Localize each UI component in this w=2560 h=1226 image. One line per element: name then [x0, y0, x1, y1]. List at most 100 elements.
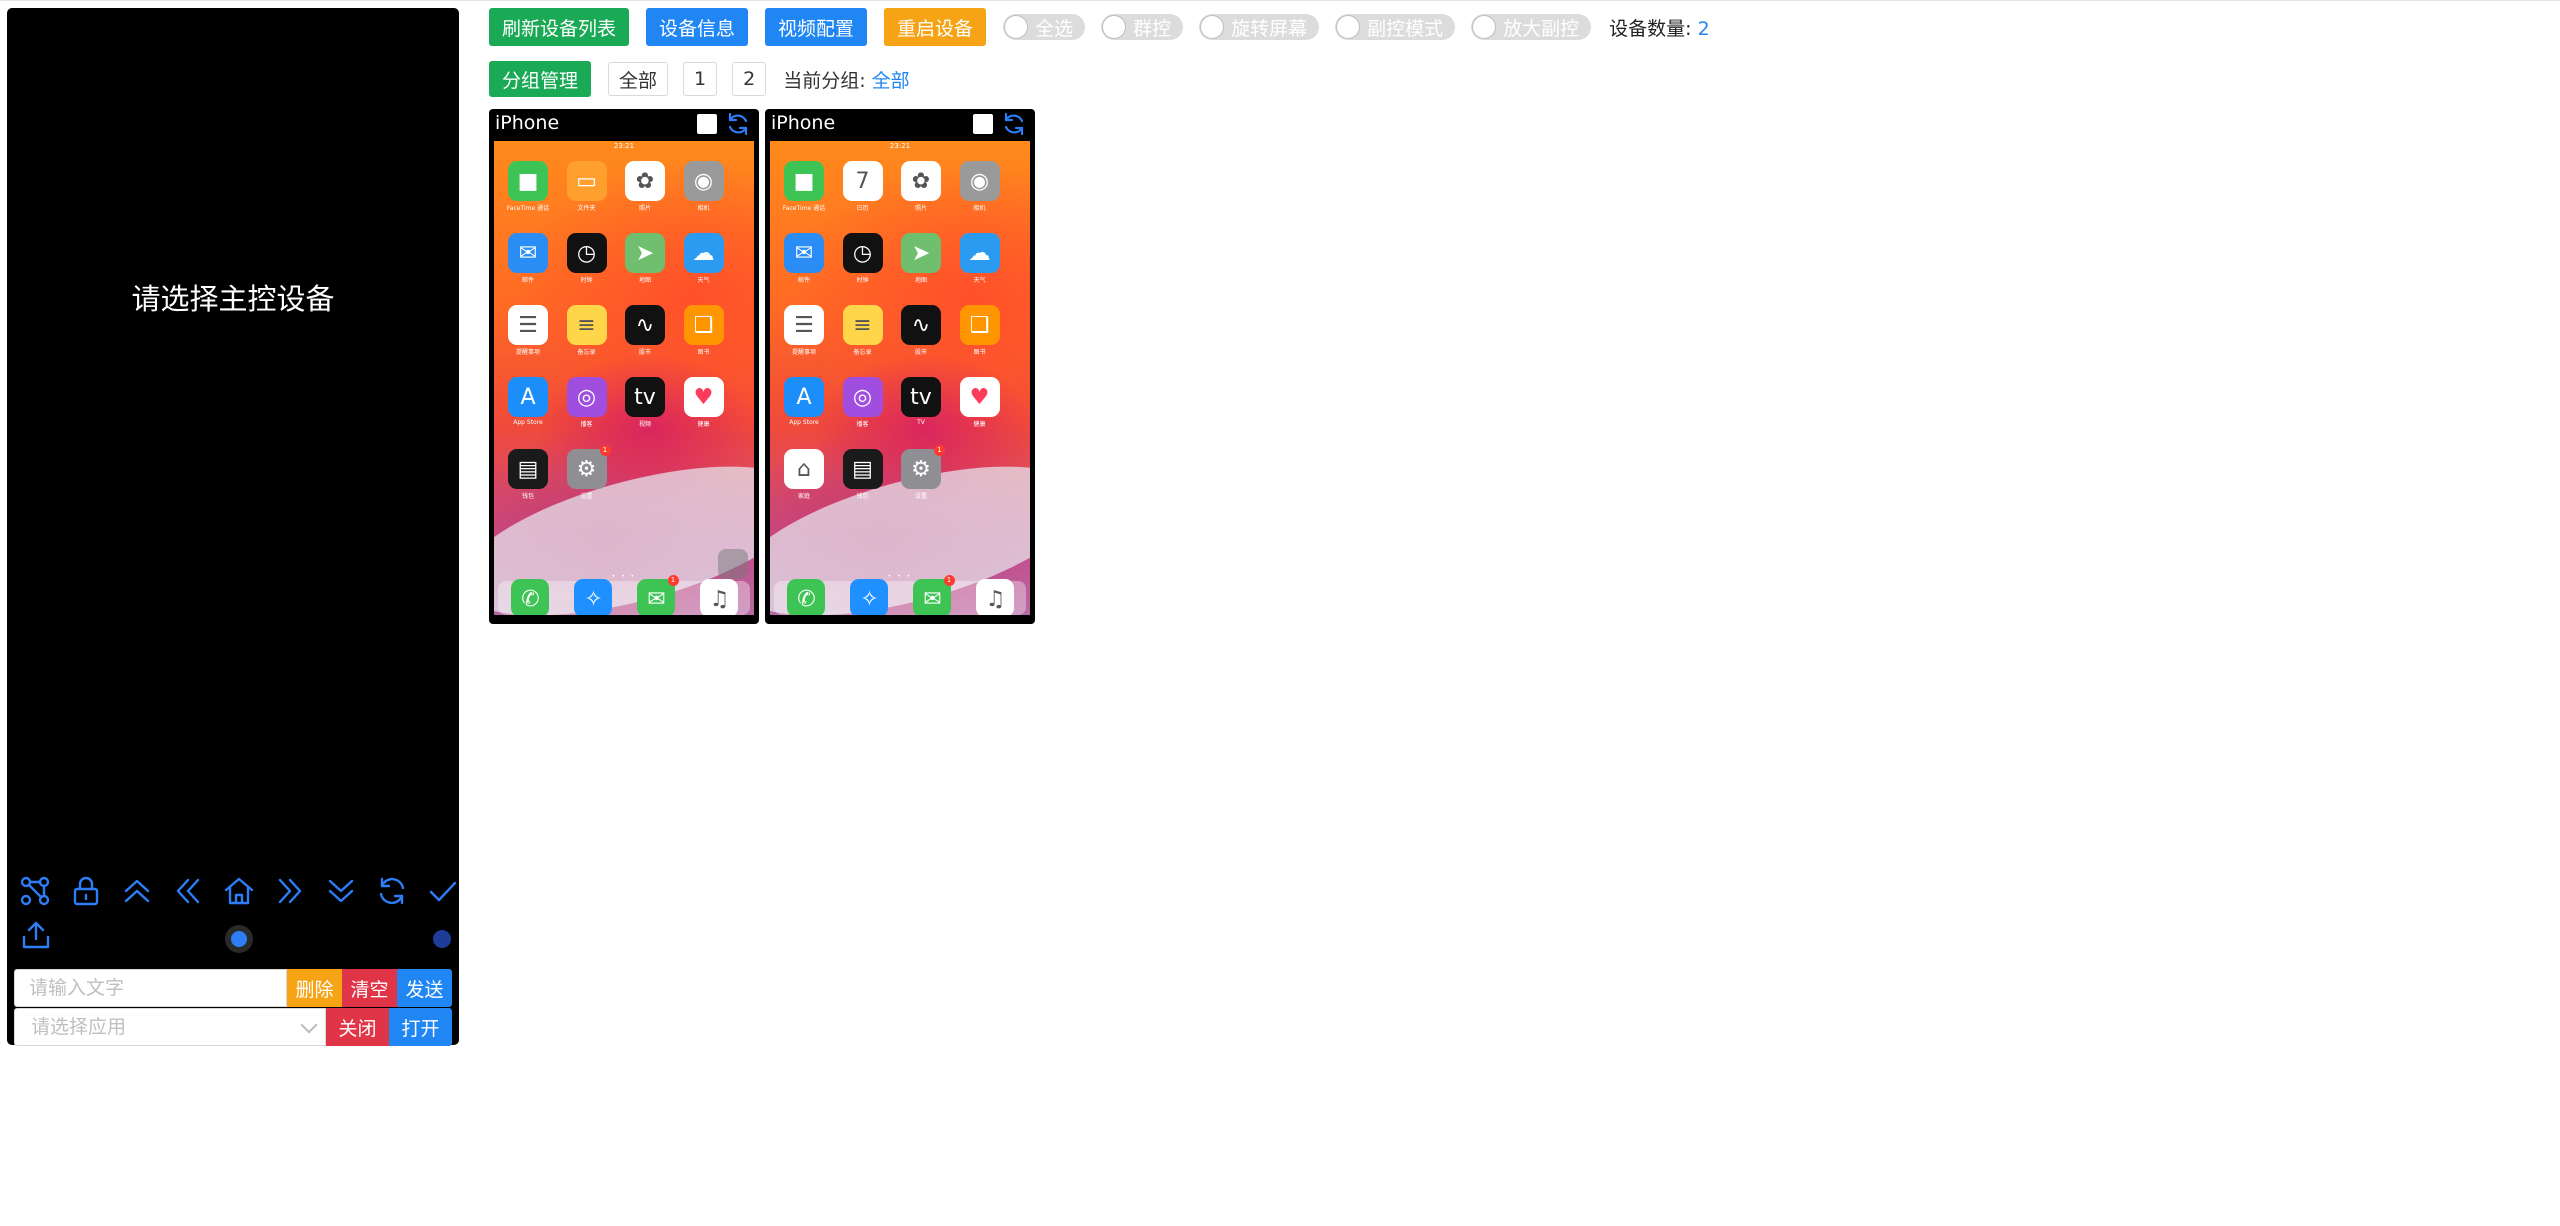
app-health[interactable]: ♥ 健康 — [958, 377, 1002, 428]
app-photos[interactable]: ✿ 照片 — [899, 161, 943, 212]
app-phone[interactable]: ✆ — [786, 579, 825, 615]
device-checkbox[interactable] — [697, 114, 717, 134]
sub-control-mode-switch[interactable]: 副控模式 — [1335, 14, 1456, 40]
refresh-icon[interactable] — [725, 111, 751, 137]
double-down-icon[interactable] — [318, 864, 364, 918]
app-maps[interactable]: ➤ 地图 — [899, 233, 943, 284]
double-left-icon[interactable] — [165, 864, 211, 918]
app-camera[interactable]: ◉ 相机 — [958, 161, 1002, 212]
app-notes[interactable]: ≡ 备忘录 — [841, 305, 885, 356]
app-weather[interactable]: ☁ 天气 — [682, 233, 726, 284]
app-label: 播客 — [580, 421, 593, 428]
group-all-button[interactable]: 全部 — [608, 62, 669, 96]
app-label: 文件夹 — [577, 205, 596, 212]
master-control-panel[interactable]: 请选择主控设备 删 — [7, 8, 459, 1046]
app-weather[interactable]: ☁ 天气 — [958, 233, 1002, 284]
refresh-icon[interactable] — [1001, 111, 1027, 137]
books-icon: ❑ — [683, 305, 724, 345]
double-up-icon[interactable] — [114, 864, 160, 918]
sync-icon[interactable] — [369, 864, 415, 918]
app-safari[interactable]: ✧ — [849, 579, 888, 615]
app-settings[interactable]: ⚙ 1 设置 — [565, 445, 611, 500]
app-home-app[interactable]: ⌂ 家庭 — [782, 449, 826, 500]
group-manage-button[interactable]: 分组管理 — [489, 61, 592, 97]
refresh-device-list-button[interactable]: 刷新设备列表 — [489, 8, 630, 46]
app-tv[interactable]: tv TV — [899, 377, 943, 427]
current-group-value[interactable]: 全部 — [872, 70, 910, 92]
app-clock[interactable]: ◷ 时钟 — [841, 233, 885, 284]
select-all-switch[interactable]: 全选 — [1003, 14, 1086, 40]
device-screen[interactable]: 23:21 ■ FaceTime 通话 ▭ 文件夹 ✿ 照片 ◉ 相机 ✉ 邮件 ◷ 时钟 ➤ 地图 ☁ 天气… — [494, 141, 754, 615]
app-stocks[interactable]: ∿ 股市 — [623, 305, 667, 356]
close-app-button[interactable]: 关闭 — [326, 1008, 389, 1046]
app-appstore[interactable]: A App Store — [782, 377, 826, 427]
app-messages[interactable]: ✉ 1 — [636, 575, 679, 615]
nodes-icon[interactable] — [12, 864, 58, 918]
lock-icon[interactable] — [63, 864, 109, 918]
device-screen[interactable]: 23:21 ■ FaceTime 通话 7 日历 ✿ 照片 ◉ 相机 ✉ 邮件 ◷ 时钟 ➤ 地图 ☁ 天气 ☰… — [770, 141, 1030, 615]
app-maps[interactable]: ➤ 地图 — [623, 233, 667, 284]
app-tv[interactable]: tv 视频 — [623, 377, 667, 428]
app-select[interactable]: 请选择应用 — [14, 1008, 326, 1046]
group-2-button[interactable]: 2 — [732, 62, 767, 96]
device-info-button[interactable]: 设备信息 — [646, 8, 749, 46]
clear-button[interactable]: 清空 — [342, 969, 397, 1007]
group-control-switch[interactable]: 群控 — [1101, 14, 1184, 40]
rotate-screen-switch[interactable]: 旋转屏幕 — [1199, 14, 1320, 40]
app-podcasts[interactable]: ◎ 播客 — [565, 377, 609, 428]
app-health[interactable]: ♥ 健康 — [682, 377, 726, 428]
app-settings[interactable]: ⚙ 1 设置 — [899, 445, 945, 500]
restart-device-button[interactable]: 重启设备 — [884, 8, 987, 46]
app-wallet[interactable]: ▤ 钱包 — [841, 449, 885, 500]
check-icon[interactable] — [420, 864, 466, 918]
podcasts-icon: ◎ — [842, 377, 883, 417]
app-stocks[interactable]: ∿ 股市 — [899, 305, 943, 356]
text-input[interactable] — [14, 969, 287, 1007]
double-right-icon[interactable] — [267, 864, 313, 918]
app-messages[interactable]: ✉ 1 — [912, 575, 955, 615]
stocks-icon: ∿ — [901, 305, 941, 345]
app-facetime[interactable]: ■ FaceTime 通话 — [506, 161, 550, 212]
zoom-sub-control-switch[interactable]: 放大副控 — [1471, 14, 1592, 40]
app-calendar[interactable]: 7 日历 — [841, 161, 885, 212]
app-mail[interactable]: ✉ 邮件 — [506, 233, 550, 284]
device-card[interactable]: iPhone 23:21 ■ FaceTime 通话 7 日历 ✿ 照片 ◉ 相机 ✉ 邮件 ◷ 时钟… — [765, 109, 1035, 624]
delete-button[interactable]: 删除 — [287, 969, 342, 1007]
group-1-button[interactable]: 1 — [683, 62, 718, 96]
app-mail[interactable]: ✉ 邮件 — [782, 233, 826, 284]
app-music[interactable]: ♫ — [975, 579, 1014, 615]
app-reminders[interactable]: ☰ 提醒事项 — [782, 305, 826, 356]
slider-handle[interactable] — [225, 925, 253, 953]
app-music[interactable]: ♫ — [699, 579, 738, 615]
app-label: 邮件 — [521, 277, 534, 284]
group-toolbar: 分组管理 全部 1 2 当前分组: 全部 — [489, 59, 910, 99]
app-clock[interactable]: ◷ 时钟 — [565, 233, 609, 284]
device-checkbox[interactable] — [973, 114, 993, 134]
app-label: 视频 — [638, 421, 651, 428]
notification-badge: 1 — [943, 575, 955, 586]
app-reminders[interactable]: ☰ 提醒事项 — [506, 305, 550, 356]
app-podcasts[interactable]: ◎ 播客 — [841, 377, 885, 428]
app-photos[interactable]: ✿ 照片 — [623, 161, 667, 212]
device-card[interactable]: iPhone 23:21 ■ FaceTime 通话 ▭ 文件夹 ✿ 照片 ◉ 相机 ✉ 邮件 ◷ 时… — [489, 109, 759, 624]
home-icon[interactable] — [216, 864, 262, 918]
photos-icon: ✿ — [625, 161, 665, 201]
app-books[interactable]: ❑ 图书 — [682, 305, 726, 356]
tv-icon: tv — [901, 377, 941, 417]
send-button[interactable]: 发送 — [397, 969, 452, 1007]
open-app-button[interactable]: 打开 — [389, 1008, 452, 1046]
video-config-button[interactable]: 视频配置 — [765, 8, 868, 46]
app-phone[interactable]: ✆ — [510, 579, 549, 615]
app-camera[interactable]: ◉ 相机 — [682, 161, 726, 212]
app-safari[interactable]: ✧ — [573, 579, 612, 615]
reminders-icon: ☰ — [784, 305, 824, 345]
app-appstore[interactable]: A App Store — [506, 377, 550, 427]
app-label: 健康 — [697, 421, 710, 428]
app-folder[interactable]: ▭ 文件夹 — [565, 161, 609, 212]
app-facetime[interactable]: ■ FaceTime 通话 — [782, 161, 826, 212]
camera-icon: ◉ — [683, 161, 724, 201]
app-wallet[interactable]: ▤ 钱包 — [506, 449, 550, 500]
app-books[interactable]: ❑ 图书 — [958, 305, 1002, 356]
upload-icon[interactable] — [16, 913, 56, 957]
app-notes[interactable]: ≡ 备忘录 — [565, 305, 609, 356]
